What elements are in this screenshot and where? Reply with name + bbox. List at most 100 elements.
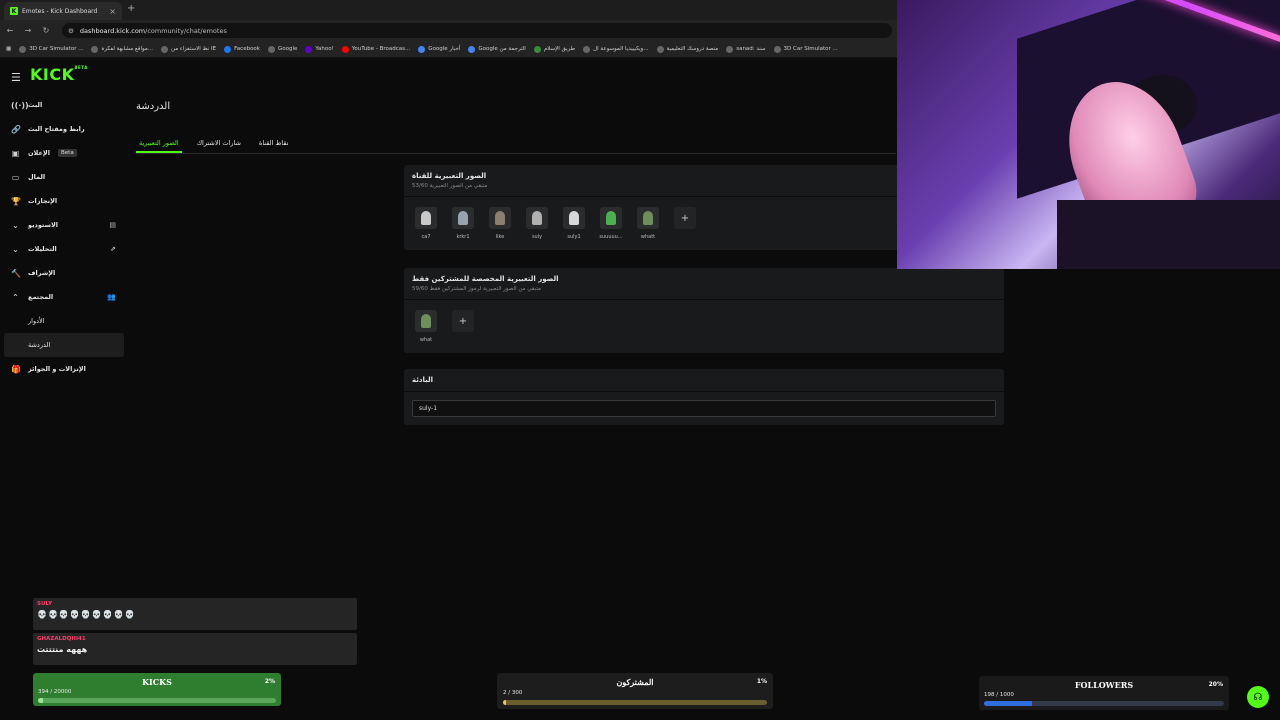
tab-emotes[interactable]: الصور التعبيرية (136, 134, 182, 153)
kick-favicon-icon: K (10, 7, 18, 15)
headset-icon: ☊ (1253, 691, 1263, 703)
emote-item[interactable]: like (486, 207, 514, 240)
sidebar-item-ads[interactable]: ▣ الإعلان Beta (0, 141, 128, 165)
sidebar-item-achievements[interactable]: 🏆 الإنجازات (0, 189, 128, 213)
chevron-down-icon: ⌄ (12, 244, 19, 254)
goal-percent: 2% (264, 678, 275, 685)
url-path: /community/chat/emotes (145, 26, 227, 35)
goal-count: 2 / 300 (503, 690, 523, 696)
emote-item[interactable]: krkr1 (449, 207, 477, 240)
url-bar[interactable]: ⚙ dashboard.kick.com/community/chat/emot… (62, 23, 892, 38)
sidebar-item-community[interactable]: ⌃ المجتمع 👥 (0, 285, 128, 309)
sidebar-item-stream-key[interactable]: 🔗 رابط ومفتاح البث (0, 117, 128, 141)
emote-item[interactable]: suuuuu... (597, 207, 625, 240)
chat-tabs: الصور التعبيرية شارات الاشتراك نقاط القن… (136, 134, 292, 154)
card-title: البادئة (412, 376, 433, 384)
plus-icon: + (452, 310, 474, 332)
goal-title: المشتركون (616, 677, 654, 687)
goal-progress-fill (984, 701, 1032, 706)
sidebar-subitem-roles[interactable]: الأدوار (0, 309, 128, 333)
emote-item[interactable]: whatt (634, 207, 662, 240)
wallet-icon: ▭ (11, 172, 20, 182)
site-info-icon[interactable]: ⚙ (68, 27, 74, 35)
bookmark[interactable]: نظ الاستفزاء من IE (161, 45, 216, 53)
chat-overlay-message: GHAZALDQHI41 هههه منتتتت (33, 633, 357, 665)
back-arrow-icon[interactable]: ← (6, 26, 14, 35)
new-tab-button[interactable]: + (127, 3, 135, 14)
sidebar-item-drops[interactable]: 🎁 الإنزالات و الجوائز (0, 357, 128, 381)
url-host: dashboard.kick.com (79, 26, 146, 35)
goal-count: 394 / 20000 (38, 689, 72, 695)
beta-badge: Beta (58, 149, 77, 157)
bookmark[interactable]: Yahoo! (305, 45, 334, 53)
goal-count: 198 / 1000 (984, 692, 1014, 698)
ad-icon: ▣ (11, 148, 20, 158)
tab-channel-points[interactable]: نقاط القناة (256, 134, 292, 152)
bookmark[interactable]: 3D Car Simulator ... (773, 45, 838, 53)
bookmark[interactable]: Google أخبار (418, 45, 460, 53)
sidebar-item-studio[interactable]: ⌄ الاستوديو ▤ (0, 213, 128, 237)
bookmark[interactable]: YouTube - Broadcas... (341, 45, 410, 53)
webcam-overlay (897, 0, 1280, 269)
goal-percent: 1% (756, 678, 767, 685)
community-icon: 👥 (107, 293, 116, 301)
browser-tab[interactable]: K Emotes - Kick Dashboard × (4, 2, 122, 20)
bookmark[interactable]: منصة دروسك التعليمية (656, 45, 718, 53)
subscriber-emotes-card: الصور التعبيرية المخصصة للمشتركين فقط مت… (404, 268, 1004, 353)
bookmark[interactable]: Google (267, 45, 297, 53)
prefix-card: البادئة suly-1 (404, 369, 1004, 425)
help-chat-button[interactable]: ☊ (1247, 686, 1269, 708)
prefix-input[interactable]: suly-1 (412, 400, 996, 417)
bookmark[interactable]: ويكيبيديا الموسوعة ال... (583, 45, 649, 53)
chevron-up-icon: ⌃ (12, 292, 19, 302)
followers-goal-widget: FOLLOWERS 20% 198 / 1000 (979, 676, 1229, 710)
goal-progress-fill (38, 698, 43, 703)
emote-item[interactable]: suly1 (560, 207, 588, 240)
sidebar-item-stream[interactable]: ((·)) البث (0, 93, 128, 117)
bookmark[interactable]: Google الترجمة من (468, 45, 526, 53)
goal-percent: 20% (1208, 681, 1223, 688)
goal-progress-bar (503, 700, 767, 705)
sidebar-item-moderation[interactable]: 🔨 الإشراف (0, 261, 128, 285)
emote-item[interactable]: what (412, 310, 440, 343)
subscribers-goal-widget: المشتركون 1% 2 / 300 (497, 673, 773, 709)
reload-icon[interactable]: ↻ (42, 26, 50, 35)
bookmark[interactable]: Facebook (224, 45, 260, 53)
sidebar-subitem-chat[interactable]: الدردشة (4, 333, 124, 357)
chevron-down-icon: ⌄ (12, 220, 19, 230)
link-icon: 🔗 (11, 124, 21, 134)
chat-username: GHAZALDQHI41 (37, 636, 86, 642)
trophy-icon: 🏆 (11, 196, 21, 206)
kick-logo[interactable]: KICKBETA (30, 65, 88, 84)
add-emote-button[interactable]: + (449, 310, 477, 332)
add-emote-button[interactable]: + (671, 207, 699, 229)
apps-grid-icon[interactable]: ▦ (6, 46, 11, 52)
studio-icon: ▤ (109, 221, 116, 229)
tabs-divider (136, 153, 896, 154)
goal-progress-bar (38, 698, 276, 703)
emote-item[interactable]: suly (523, 207, 551, 240)
goal-title: KICKS (142, 677, 172, 687)
kicks-goal-widget: KICKS 2% 394 / 20000 (33, 673, 281, 706)
bookmark[interactable]: مواقع مشابهة لفكرة... (91, 45, 153, 53)
sidebar-item-wallet[interactable]: ▭ المال (0, 165, 128, 189)
gift-icon: 🎁 (11, 364, 21, 374)
tab-title: Emotes - Kick Dashboard (22, 7, 98, 15)
forward-arrow-icon[interactable]: → (24, 26, 32, 35)
sidebar-item-analytics[interactable]: ⌄ التحليلات ⇗ (0, 237, 128, 261)
close-tab-icon[interactable]: × (109, 7, 116, 16)
bookmark[interactable]: طريق الإسلام (533, 45, 575, 53)
sidebar: ((·)) البث 🔗 رابط ومفتاح البث ▣ الإعلان Beta… (0, 93, 128, 381)
goal-progress-bar (984, 701, 1224, 706)
chat-username: SULY (37, 601, 53, 607)
menu-icon[interactable]: ☰ (11, 71, 21, 84)
bookmark[interactable]: sanad: سند (726, 45, 766, 53)
page-title: الدردشة (136, 101, 171, 112)
plus-icon: + (674, 207, 696, 229)
tab-sub-badges[interactable]: شارات الاشتراك (194, 134, 244, 152)
chat-text: هههه منتتتت (37, 645, 88, 654)
chat-text: 💀💀💀💀💀💀💀💀💀 (37, 610, 136, 619)
card-title: الصور التعبيرية المخصصة للمشتركين فقط (412, 275, 559, 283)
emote-item[interactable]: ca7 (412, 207, 440, 240)
bookmark[interactable]: 3D Car Simulator ... (19, 45, 83, 53)
